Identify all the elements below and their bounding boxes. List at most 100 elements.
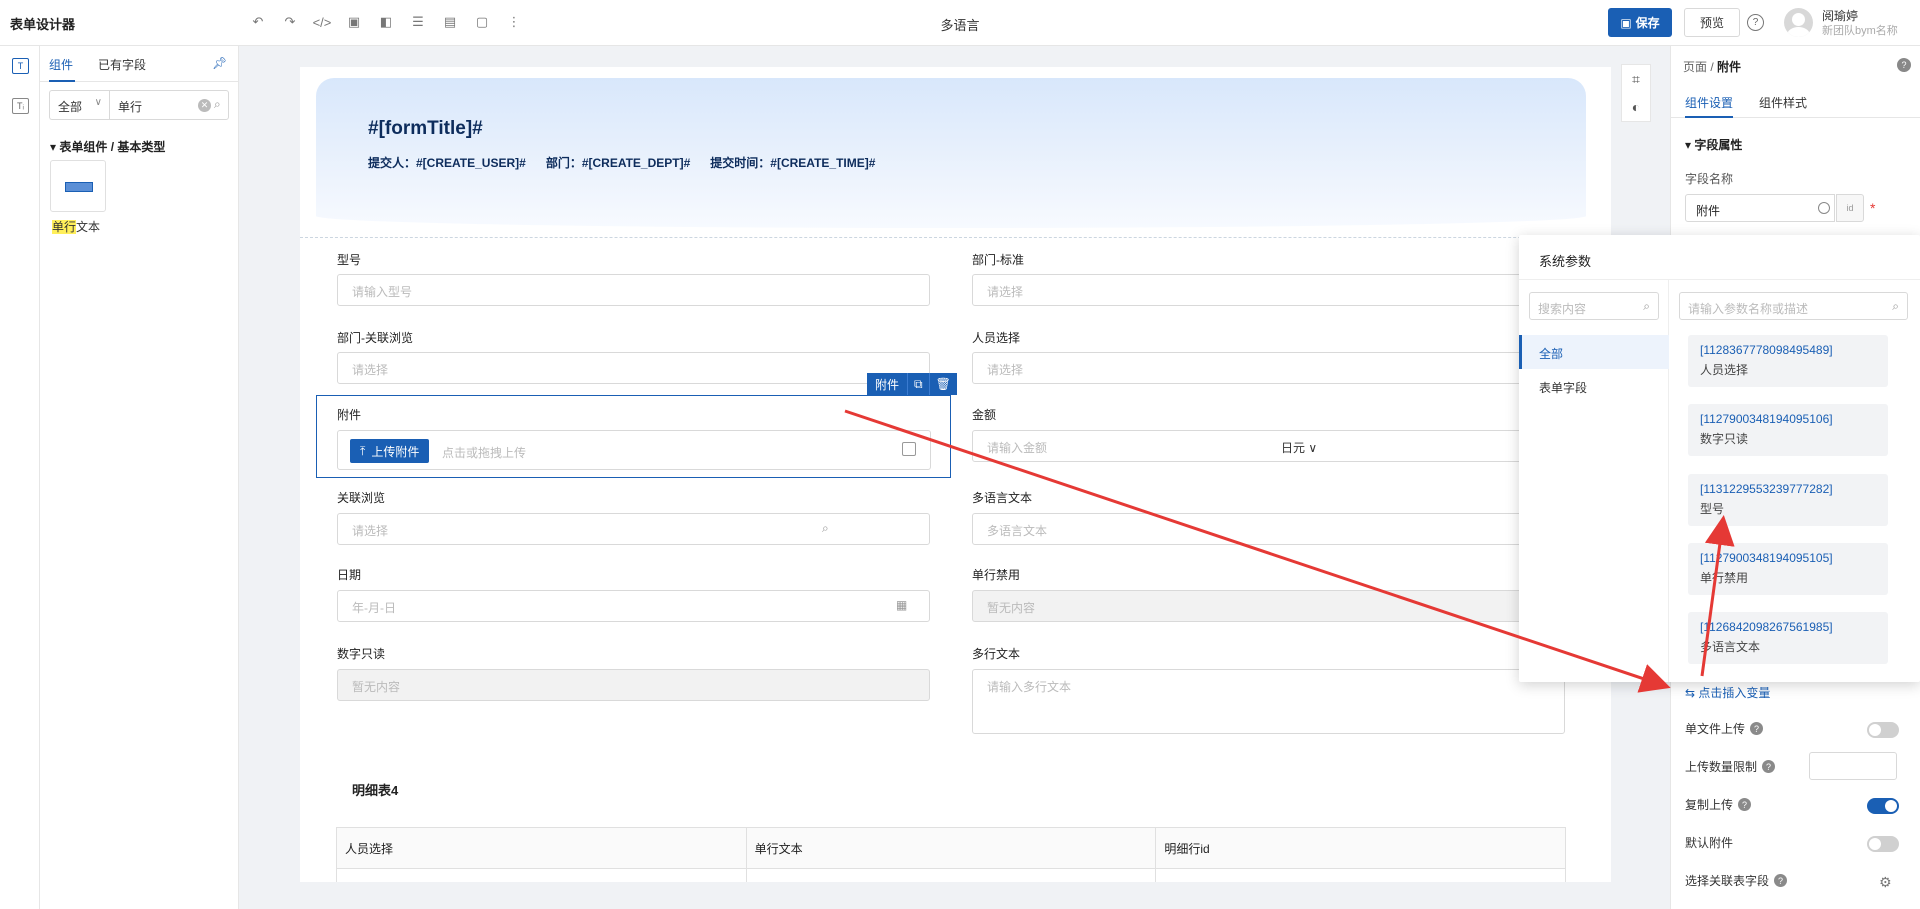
copy-upload-text: 复制上传 — [1685, 798, 1734, 812]
search-icon[interactable]: ⌕ — [822, 521, 829, 536]
category-all[interactable]: 全部 — [1519, 335, 1669, 369]
single-upload-toggle[interactable] — [1867, 722, 1899, 738]
copy-icon[interactable] — [902, 442, 916, 456]
template-panel-icon[interactable]: Tᵢ — [12, 98, 29, 114]
chart-icon[interactable]: ▤ — [440, 12, 460, 32]
search-icon[interactable]: ⌕ — [1643, 299, 1650, 314]
pin-icon[interactable]: 📌︎ — [212, 56, 227, 70]
detail-column-header[interactable]: 人员选择 — [337, 828, 747, 868]
link-browse-select[interactable]: 请选择 — [337, 513, 930, 545]
param-card[interactable]: [1126842098267561985] 多语言文本 — [1688, 612, 1888, 664]
filter-select-value: 全部 — [58, 100, 83, 114]
currency-select[interactable]: 日元 ∨ — [1281, 439, 1317, 456]
param-id: [1126842098267561985] — [1700, 620, 1833, 634]
person-select[interactable]: 请选择 — [972, 352, 1565, 384]
palette-icon[interactable]: ◐ — [1632, 99, 1640, 115]
help-icon[interactable]: ? — [1897, 58, 1911, 72]
help-icon[interactable]: ? — [1738, 798, 1752, 811]
database-icon[interactable]: ☰ — [408, 12, 428, 32]
structure-icon[interactable]: ⌗ — [1632, 71, 1640, 88]
layout-icon[interactable]: ◧ — [376, 12, 396, 32]
detail-table[interactable]: 人员选择 单行文本 明细行id — [336, 827, 1566, 882]
field-label-amount: 金额 — [972, 408, 997, 422]
detail-cell[interactable] — [1156, 869, 1565, 882]
breadcrumb-parent[interactable]: 页面 — [1683, 60, 1707, 74]
clear-icon[interactable]: ✕ — [198, 99, 211, 112]
help-icon[interactable]: ? — [1750, 722, 1764, 735]
dept-std-select[interactable]: 请选择 — [972, 274, 1565, 306]
redo-icon[interactable]: ↷ — [280, 12, 300, 32]
chevron-down-icon: ∨ — [94, 97, 102, 108]
more-icon[interactable]: ⋮ — [504, 12, 524, 32]
required-marker: * — [1870, 200, 1876, 216]
document-icon[interactable]: ▢ — [472, 12, 492, 32]
dept-browse-select[interactable]: 请选择 — [337, 352, 930, 384]
default-attach-toggle[interactable] — [1867, 836, 1899, 852]
single-line-text-component[interactable] — [50, 160, 106, 212]
category-form-fields[interactable]: 表单字段 — [1519, 369, 1669, 403]
copy-upload-toggle[interactable] — [1867, 798, 1899, 814]
detail-table-title: 明细表4 — [352, 783, 399, 798]
attachment-upload-area[interactable]: ⤒ 上传附件 点击或拖拽上传 — [337, 430, 931, 470]
param-search-input[interactable]: 请输入参数名称或描述 ⌕ — [1679, 292, 1908, 320]
tab-existing-fields[interactable]: 已有字段 — [98, 56, 146, 73]
component-panel-icon[interactable]: T — [12, 58, 29, 74]
filter-select[interactable]: 全部 ∨ — [49, 90, 109, 120]
field-properties-section[interactable]: ▾ 字段属性 — [1685, 136, 1742, 153]
help-icon[interactable]: ? — [1762, 760, 1776, 773]
code-icon[interactable]: </> — [312, 12, 332, 32]
search-icon[interactable]: ⌕ — [214, 97, 221, 112]
field-label-ml-text: 多语言文本 — [972, 491, 1033, 505]
param-card[interactable]: [1128367778098495489] 人员选择 — [1688, 335, 1888, 387]
detail-table-row[interactable] — [337, 868, 1565, 882]
param-card[interactable]: [1131229553239777282] 型号 — [1688, 474, 1888, 526]
tab-components[interactable]: 组件 — [49, 56, 73, 73]
tab-component-style[interactable]: 组件样式 — [1759, 94, 1807, 111]
duplicate-icon[interactable]: ⧉ — [907, 373, 929, 395]
detail-column-header[interactable]: 明细行id — [1156, 828, 1565, 868]
ml-text-input[interactable]: 多语言文本 — [972, 513, 1565, 545]
insert-variable-link[interactable]: ⇆ 点击插入变量 — [1685, 684, 1770, 701]
component-group-title[interactable]: ▾ 表单组件 / 基本类型 — [50, 138, 165, 155]
date-input[interactable]: 年-月-日 — [337, 590, 930, 622]
help-icon[interactable]: ? — [1747, 14, 1764, 31]
param-card[interactable]: [1127900348194095106] 数字只读 — [1688, 404, 1888, 456]
attachment-field-selected[interactable]: 附件 ⤒ 上传附件 点击或拖拽上传 — [316, 395, 951, 478]
component-label-rest: 文本 — [76, 220, 101, 234]
calendar-icon[interactable]: ▦ — [896, 598, 907, 612]
param-card[interactable]: [1127900348194095105] 单行禁用 — [1688, 543, 1888, 595]
field-name-input[interactable]: 附件 — [1685, 194, 1835, 222]
help-icon[interactable]: ? — [1774, 874, 1788, 887]
image-icon[interactable]: ▣ — [344, 12, 364, 32]
category-search-input[interactable]: 搜索内容 ⌕ — [1529, 292, 1659, 320]
save-button[interactable]: ▣ 保存 — [1608, 8, 1672, 37]
meta-submitter: 提交人：#[CREATE_USER]# — [368, 156, 526, 170]
gear-icon[interactable]: ⚙ — [1879, 874, 1892, 891]
upload-limit-input[interactable] — [1809, 752, 1897, 780]
delete-icon[interactable]: 🗑︎ — [928, 373, 957, 395]
form-header-banner[interactable]: #[formTitle]# 提交人：#[CREATE_USER]# 部门：#[C… — [316, 78, 1586, 228]
detail-column-header[interactable]: 单行文本 — [747, 828, 1157, 868]
amount-input[interactable]: 请输入金额 — [972, 430, 1565, 462]
param-id: [1127900348194095105] — [1700, 551, 1833, 565]
upload-attachment-button[interactable]: ⤒ 上传附件 — [350, 439, 430, 463]
param-name: 数字只读 — [1700, 432, 1749, 446]
globe-icon[interactable] — [1818, 202, 1830, 214]
undo-icon[interactable]: ↶ — [248, 12, 268, 32]
avatar[interactable] — [1784, 8, 1813, 37]
component-search-input[interactable]: 单行 ✕ ⌕ — [109, 90, 229, 120]
detail-cell[interactable] — [337, 869, 747, 882]
param-name: 人员选择 — [1700, 363, 1749, 377]
model-input[interactable]: 请输入型号 — [337, 274, 930, 306]
search-icon[interactable]: ⌕ — [1892, 299, 1899, 314]
preview-button[interactable]: 预览 — [1684, 8, 1740, 37]
param-search-placeholder: 请输入参数名称或描述 — [1688, 302, 1809, 316]
component-label: 单行文本 — [52, 218, 100, 235]
detail-cell[interactable] — [747, 869, 1157, 882]
id-icon[interactable]: id — [1836, 194, 1864, 222]
field-label-multi-text: 多行文本 — [972, 647, 1021, 661]
single-upload-label: 单文件上传? — [1685, 720, 1764, 737]
save-icon: ▣ — [1620, 15, 1632, 30]
tab-component-settings[interactable]: 组件设置 — [1685, 94, 1733, 111]
multi-text-textarea[interactable]: 请输入多行文本 — [972, 669, 1565, 734]
